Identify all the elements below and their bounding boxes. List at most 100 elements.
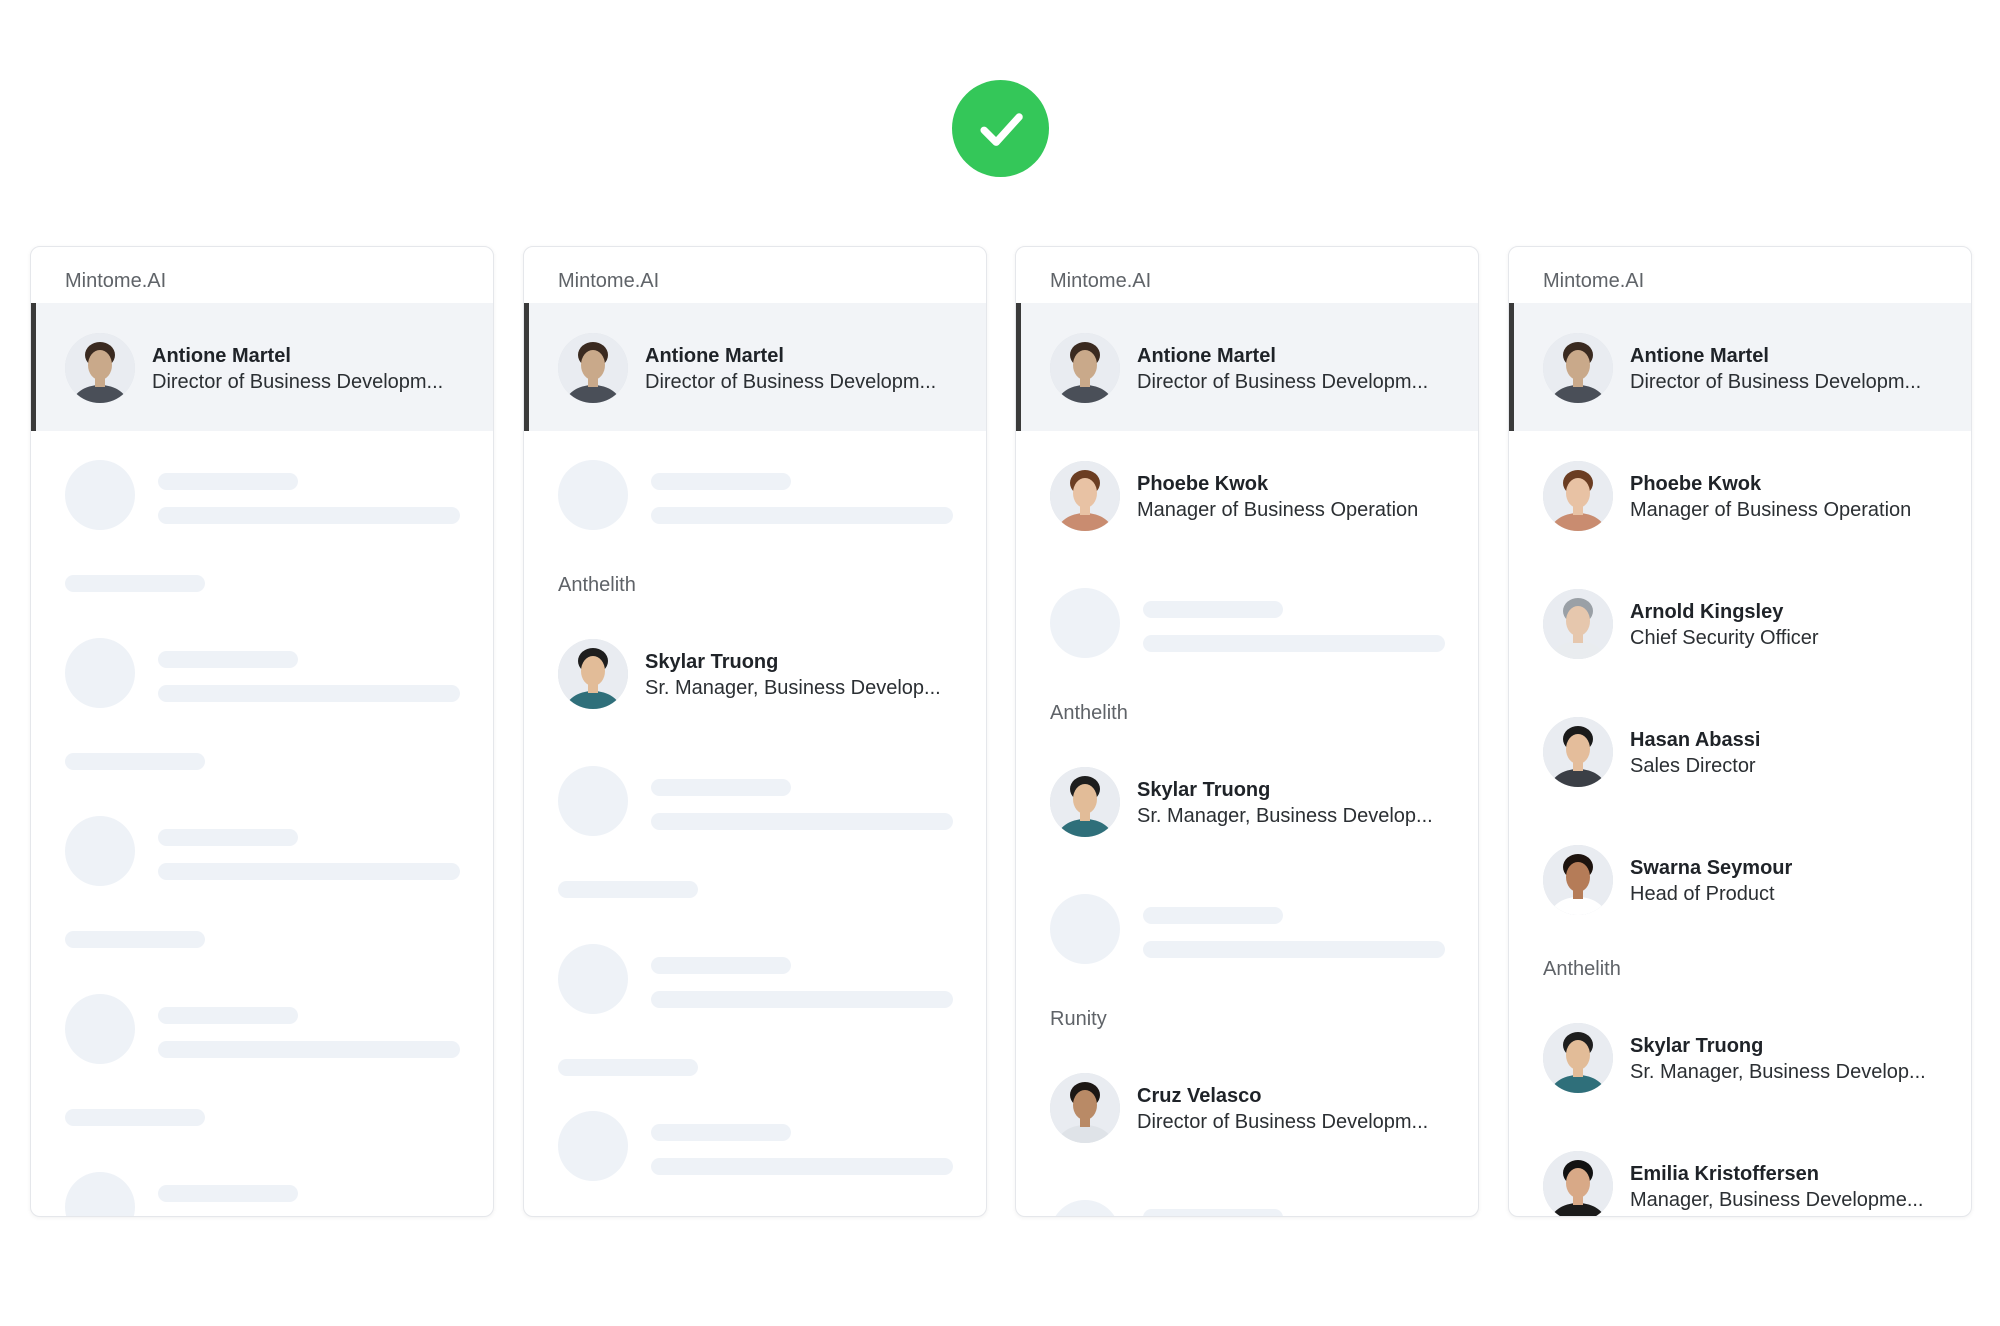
contact-row-selected[interactable]: Antione Martel Director of Business Deve…: [1509, 303, 1971, 431]
skeleton-bar: [158, 473, 298, 490]
contact-row[interactable]: Cruz Velasco Director of Business Develo…: [1016, 1043, 1478, 1171]
contact-title: Director of Business Developm...: [645, 371, 937, 393]
contact-row[interactable]: Phoebe Kwok Manager of Business Operatio…: [1016, 431, 1478, 559]
contact-title: Sr. Manager, Business Develop...: [1630, 1061, 1926, 1083]
skeleton-bar: [158, 507, 460, 524]
contact-row[interactable]: Emilia Kristoffersen Manager, Business D…: [1509, 1121, 1971, 1216]
avatar: [65, 333, 135, 403]
skeleton-bar: [1143, 907, 1283, 924]
person-photo-icon: [65, 333, 135, 403]
contact-title: Manager of Business Operation: [1137, 499, 1419, 521]
person-photo-icon: [1050, 461, 1120, 531]
person-photo-icon: [558, 639, 628, 709]
skeleton-bar: [158, 863, 460, 880]
contact-row[interactable]: Arnold Kingsley Chief Security Officer: [1509, 559, 1971, 687]
contact-title: Director of Business Developm...: [1137, 371, 1429, 393]
person-photo-icon: [1543, 717, 1613, 787]
skeleton-avatar: [65, 1172, 135, 1216]
person-photo-icon: [1050, 333, 1120, 403]
company-label: Anthelith: [1050, 702, 1128, 724]
contact-name: Antione Martel: [1630, 345, 1769, 367]
checkmark-icon: [979, 112, 1023, 146]
skeleton-bar: [1143, 635, 1445, 652]
contact-row[interactable]: Hasan Abassi Sales Director: [1509, 687, 1971, 815]
contact-row[interactable]: Skylar Truong Sr. Manager, Business Deve…: [524, 609, 986, 737]
skeleton-bar: [65, 575, 205, 592]
contact-name: Arnold Kingsley: [1630, 601, 1784, 623]
contact-row-selected[interactable]: Antione Martel Director of Business Deve…: [31, 303, 493, 431]
contact-name: Antione Martel: [1137, 345, 1276, 367]
skeleton-avatar: [65, 638, 135, 708]
skeleton-bar: [158, 1185, 298, 1202]
skeleton-bar: [1143, 941, 1445, 958]
person-photo-icon: [1543, 845, 1613, 915]
skeleton-bar: [651, 957, 791, 974]
contact-title: Director of Business Developm...: [1630, 371, 1922, 393]
avatar: [1543, 589, 1613, 659]
avatar: [1543, 717, 1613, 787]
company-label: Anthelith: [558, 574, 636, 596]
contact-row[interactable]: Skylar Truong Sr. Manager, Business Deve…: [1509, 993, 1971, 1121]
person-photo-icon: [1050, 767, 1120, 837]
skeleton-bar: [158, 829, 298, 846]
skeleton-avatar: [65, 816, 135, 886]
skeleton-bar: [651, 1124, 791, 1141]
contact-name: Cruz Velasco: [1137, 1085, 1262, 1107]
contact-name: Antione Martel: [152, 345, 291, 367]
success-check-icon: [952, 80, 1049, 177]
contact-row-selected[interactable]: Antione Martel Director of Business Deve…: [1016, 303, 1478, 431]
avatar: [1050, 1073, 1120, 1143]
company-label: Mintome.AI: [1050, 270, 1152, 292]
skeleton-bar: [1143, 601, 1283, 618]
skeleton-bar: [651, 813, 953, 830]
contact-title: Head of Product: [1630, 883, 1775, 905]
avatar: [1543, 1023, 1613, 1093]
skeleton-avatar: [65, 994, 135, 1064]
avatar: [1543, 1151, 1613, 1216]
contact-row-selected[interactable]: Antione Martel Director of Business Deve…: [524, 303, 986, 431]
skeleton-bar: [158, 651, 298, 668]
company-label: Mintome.AI: [558, 270, 660, 292]
avatar: [1543, 461, 1613, 531]
skeleton-avatar: [1050, 1200, 1120, 1216]
contact-card-3: Mintome.AI Antione Martel Director of Bu…: [1015, 246, 1479, 1217]
skeleton-bar: [558, 1059, 698, 1076]
person-photo-icon: [558, 333, 628, 403]
contact-name: Antione Martel: [645, 345, 784, 367]
company-label: Anthelith: [1543, 958, 1621, 980]
avatar: [1050, 461, 1120, 531]
skeleton-bar: [158, 685, 460, 702]
company-label: Mintome.AI: [1543, 270, 1645, 292]
skeleton-avatar: [1050, 894, 1120, 964]
contact-row[interactable]: Skylar Truong Sr. Manager, Business Deve…: [1016, 737, 1478, 865]
skeleton-bar: [651, 473, 791, 490]
skeleton-bar: [65, 753, 205, 770]
skeleton-bar: [1143, 1209, 1283, 1216]
skeleton-avatar: [1050, 588, 1120, 658]
contact-title: Sales Director: [1630, 755, 1756, 777]
contact-name: Emilia Kristoffersen: [1630, 1163, 1819, 1185]
skeleton-bar: [651, 991, 953, 1008]
skeleton-bar: [65, 1109, 205, 1126]
skeleton-bar: [158, 1007, 298, 1024]
skeleton-avatar: [558, 944, 628, 1014]
contact-name: Skylar Truong: [645, 651, 779, 673]
skeleton-bar: [158, 1041, 460, 1058]
contact-card-4: Mintome.AI Antione Martel Director of Bu…: [1508, 246, 1972, 1217]
contact-title: Sr. Manager, Business Develop...: [645, 677, 941, 699]
contact-name: Phoebe Kwok: [1630, 473, 1762, 495]
skeleton-avatar: [558, 766, 628, 836]
person-photo-icon: [1543, 589, 1613, 659]
skeleton-bar: [558, 881, 698, 898]
company-label: Runity: [1050, 1008, 1107, 1030]
contact-row[interactable]: Phoebe Kwok Manager of Business Operatio…: [1509, 431, 1971, 559]
skeleton-bar: [651, 1158, 953, 1175]
contact-name: Phoebe Kwok: [1137, 473, 1269, 495]
person-photo-icon: [1543, 333, 1613, 403]
avatar: [1050, 333, 1120, 403]
avatar: [1543, 845, 1613, 915]
avatar: [558, 333, 628, 403]
contact-name: Hasan Abassi: [1630, 729, 1761, 751]
contact-row[interactable]: Swarna Seymour Head of Product: [1509, 815, 1971, 943]
skeleton-avatar: [558, 1111, 628, 1181]
